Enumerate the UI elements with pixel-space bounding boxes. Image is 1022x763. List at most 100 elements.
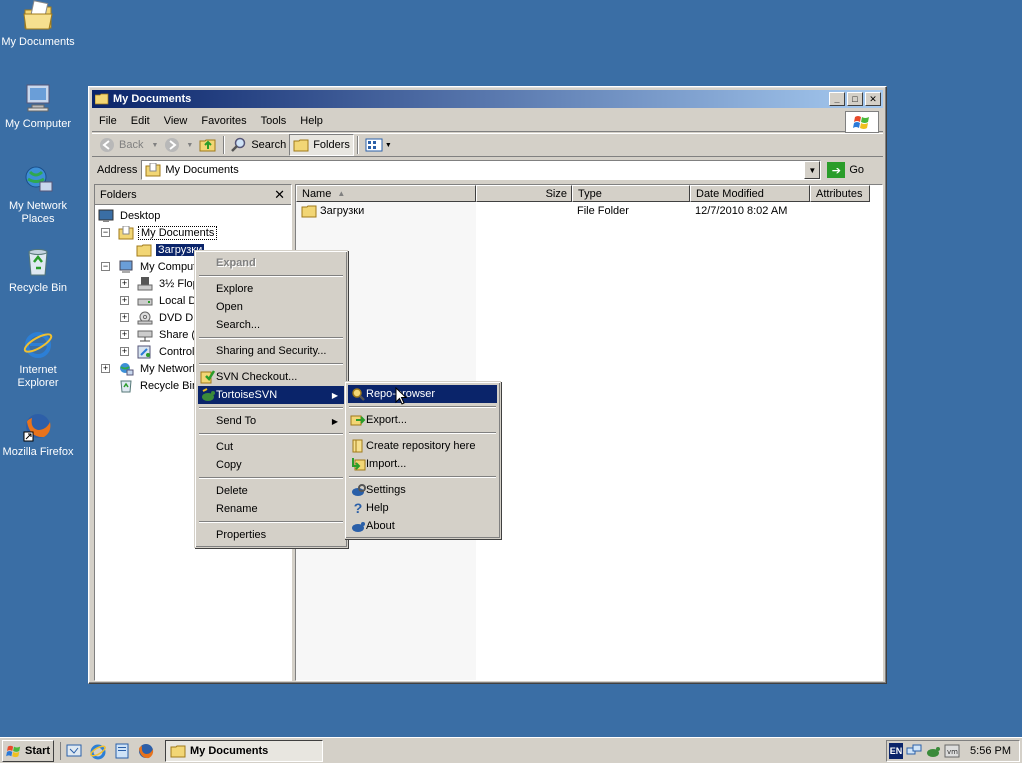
menu-item-explore[interactable]: Explore bbox=[198, 280, 344, 298]
collapse-icon[interactable]: − bbox=[101, 228, 110, 237]
menu-file[interactable]: File bbox=[92, 115, 124, 127]
expand-icon[interactable]: + bbox=[120, 313, 129, 322]
menu-item-copy[interactable]: Copy bbox=[198, 456, 344, 474]
back-button[interactable]: Back ▼ bbox=[96, 134, 161, 156]
language-indicator[interactable]: EN bbox=[889, 743, 903, 759]
desktop-icon-label: Recycle Bin bbox=[8, 282, 68, 294]
menu-item-cut[interactable]: Cut bbox=[198, 438, 344, 456]
close-button[interactable]: ✕ bbox=[865, 92, 881, 106]
menu-item-properties[interactable]: Properties bbox=[198, 526, 344, 544]
submenu-item-settings[interactable]: Settings bbox=[348, 481, 497, 499]
menu-item-label: TortoiseSVN bbox=[216, 389, 278, 401]
clock[interactable]: 5:56 PM bbox=[970, 745, 1011, 757]
menu-edit[interactable]: Edit bbox=[124, 115, 157, 127]
desktop-icon-network[interactable]: My Network Places bbox=[0, 164, 76, 226]
mouse-cursor-icon bbox=[395, 387, 407, 405]
menu-item-expand[interactable]: Expand bbox=[198, 254, 344, 272]
minimize-button[interactable]: _ bbox=[829, 92, 845, 106]
submenu-item-about[interactable]: About bbox=[348, 517, 497, 535]
tree-item-floppy[interactable]: + 3½ Flop bbox=[120, 275, 201, 292]
menu-view[interactable]: View bbox=[157, 115, 195, 127]
folders-button[interactable]: Folders bbox=[289, 134, 354, 156]
desktop-icon-my-documents[interactable]: My Documents bbox=[0, 0, 76, 49]
expand-icon[interactable]: + bbox=[120, 330, 129, 339]
tree-item-control-panel[interactable]: + Control bbox=[120, 343, 196, 360]
title-bar[interactable]: My Documents _ □ ✕ bbox=[92, 90, 883, 108]
submenu-item-repo-browser[interactable]: Repo-browser bbox=[348, 385, 497, 403]
my-computer-icon bbox=[119, 260, 133, 273]
menu-favorites[interactable]: Favorites bbox=[194, 115, 253, 127]
menu-item-sharing-security[interactable]: Sharing and Security... bbox=[198, 342, 344, 360]
menu-item-label: Search... bbox=[216, 319, 261, 331]
tree-item-recycle-bin[interactable]: Recycle Bin bbox=[118, 377, 200, 394]
close-pane-icon[interactable]: ✕ bbox=[274, 187, 285, 203]
start-button[interactable]: Start bbox=[2, 739, 54, 762]
windows-explorer-icon[interactable] bbox=[113, 742, 131, 760]
internet-explorer-icon[interactable] bbox=[89, 742, 107, 760]
task-label: My Documents bbox=[190, 744, 269, 757]
tree-item-my-documents[interactable]: − My Documents bbox=[101, 224, 218, 241]
column-label: Attributes bbox=[816, 187, 863, 200]
search-button[interactable]: Search bbox=[228, 134, 289, 156]
windows-flag-icon bbox=[6, 745, 21, 757]
system-tray: EN vm 5:56 PM bbox=[886, 740, 1020, 762]
expand-icon[interactable]: + bbox=[101, 364, 110, 373]
menu-item-tortoisesvn[interactable]: TortoiseSVN ▶ bbox=[198, 386, 344, 404]
menu-item-svn-checkout[interactable]: SVN Checkout... bbox=[198, 368, 344, 386]
submenu-item-import[interactable]: Import... bbox=[348, 455, 497, 473]
menu-item-label: Copy bbox=[216, 459, 242, 471]
column-header-name[interactable]: Name ▲ bbox=[296, 185, 476, 202]
tree-item-label: My Documents bbox=[138, 225, 218, 240]
folder-icon bbox=[301, 205, 317, 217]
menu-help[interactable]: Help bbox=[293, 115, 330, 127]
firefox-icon[interactable] bbox=[137, 742, 155, 760]
network-places-icon bbox=[120, 362, 134, 375]
menu-item-label: Send To bbox=[216, 415, 257, 427]
taskbar-button-my-documents[interactable]: My Documents bbox=[165, 739, 323, 762]
tree-item-my-computer[interactable]: − My Compute bbox=[101, 258, 204, 275]
desktop-icon-recycle-bin[interactable]: Recycle Bin bbox=[0, 246, 76, 295]
column-header-attributes[interactable]: Attributes bbox=[810, 185, 870, 202]
menu-item-search[interactable]: Search... bbox=[198, 316, 344, 334]
tortoisesvn-tray-icon[interactable] bbox=[925, 743, 941, 759]
file-name-cell: Загрузки bbox=[296, 204, 476, 218]
menu-tools[interactable]: Tools bbox=[254, 115, 294, 127]
expand-icon[interactable]: + bbox=[120, 347, 129, 356]
column-header-date-modified[interactable]: Date Modified bbox=[690, 185, 810, 202]
menu-item-delete[interactable]: Delete bbox=[198, 482, 344, 500]
dropdown-arrow-icon: ▼ bbox=[151, 141, 159, 149]
submenu-item-create-repository[interactable]: Create repository here bbox=[348, 437, 497, 455]
up-folder-button[interactable] bbox=[196, 134, 220, 156]
menu-item-open[interactable]: Open bbox=[198, 298, 344, 316]
go-button[interactable]: ➔ Go bbox=[827, 162, 864, 178]
tree-item-label: My Network bbox=[140, 362, 199, 375]
file-type-cell: File Folder bbox=[577, 204, 629, 217]
menu-item-label: Delete bbox=[216, 485, 248, 497]
network-tray-icon[interactable] bbox=[906, 743, 922, 759]
submenu-item-help[interactable]: ? Help bbox=[348, 499, 497, 517]
windows-logo bbox=[845, 111, 879, 133]
expand-icon[interactable]: + bbox=[120, 296, 129, 305]
menu-item-rename[interactable]: Rename bbox=[198, 500, 344, 518]
submenu-item-export[interactable]: Export... bbox=[348, 411, 497, 429]
menu-item-label: Cut bbox=[216, 441, 234, 453]
column-header-type[interactable]: Type bbox=[572, 185, 690, 202]
tree-item-my-network[interactable]: + My Network bbox=[101, 360, 200, 377]
desktop-icon-internet-explorer[interactable]: Internet Explorer bbox=[0, 328, 76, 390]
tree-item-desktop[interactable]: Desktop bbox=[98, 207, 162, 224]
desktop-icon-my-computer[interactable]: My Computer bbox=[0, 82, 76, 131]
forward-button[interactable]: ▼ bbox=[161, 134, 196, 156]
address-dropdown-button[interactable]: ▼ bbox=[804, 161, 821, 179]
file-row[interactable]: Загрузки File Folder 12/7/2010 8:02 AM bbox=[296, 202, 882, 219]
show-desktop-icon[interactable] bbox=[65, 742, 83, 760]
collapse-icon[interactable]: − bbox=[101, 262, 110, 271]
expand-icon[interactable]: + bbox=[120, 279, 129, 288]
maximize-button[interactable]: □ bbox=[847, 92, 863, 106]
views-button[interactable]: ▼ bbox=[362, 134, 395, 156]
tree-item-share[interactable]: + Share (E bbox=[120, 326, 204, 343]
menu-item-send-to[interactable]: Send To ▶ bbox=[198, 412, 344, 430]
column-header-size[interactable]: Size bbox=[476, 185, 572, 202]
desktop-icon-firefox[interactable]: Mozilla Firefox bbox=[0, 410, 76, 459]
address-input[interactable]: My Documents ▼ bbox=[141, 160, 822, 180]
vmware-tray-icon[interactable]: vm bbox=[944, 743, 960, 759]
